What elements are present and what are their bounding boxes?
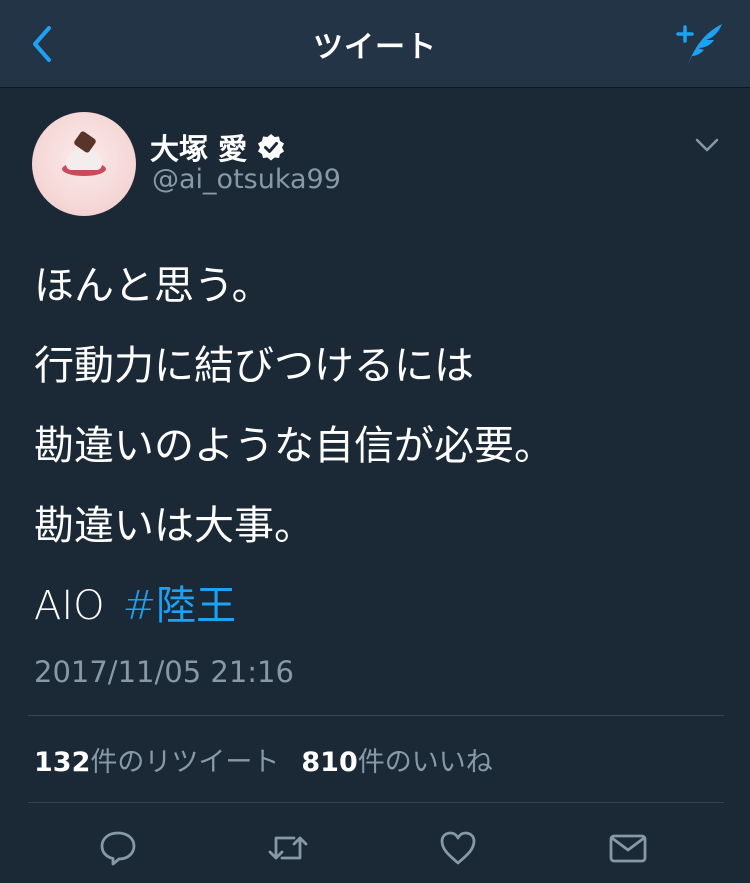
page-title: ツイート [313,30,437,65]
display-name-text: 大塚 愛 [150,132,248,166]
divider [28,802,724,803]
retweet-icon [268,836,308,860]
like-count: 810 [301,747,358,778]
like-icon [440,831,476,865]
author-username[interactable]: @ai_otsuka99 [152,164,341,195]
author-display-name[interactable]: 大塚 愛 [150,126,285,168]
retweet-label: 件のリツイート [90,747,280,778]
like-label: 件のいいね [357,747,493,778]
retweet-button[interactable] [264,824,312,872]
more-options-button[interactable] [692,133,722,157]
reply-icon [100,831,136,866]
tweet-line: 勘違いは大事。 [34,503,314,549]
tweet-detail-screen: ツイート 大塚 愛 @ai_otsuka99 ほんと思う。 行動力に結びつけるに… [0,0,750,883]
tweet-tail-text: AIO [34,583,105,629]
engagement-stats: 132件のリツイート 810件のいいね [34,740,493,779]
verified-badge-icon [258,134,285,161]
compose-button[interactable] [668,20,728,68]
retweet-count: 132 [34,747,91,778]
tweet-line: 勘違いのような自信が必要。 [34,423,554,469]
tweet-line: 行動力に結びつけるには [34,343,474,389]
avatar[interactable] [32,112,136,216]
like-button[interactable] [434,824,482,872]
tweet-line: AIO #陸王 [34,566,724,646]
reply-button[interactable] [94,824,142,872]
back-button[interactable] [22,22,62,66]
direct-message-button[interactable] [604,824,652,872]
retweet-stat[interactable]: 132件のリツイート [34,747,279,778]
tweet-text: ほんと思う。 行動力に結びつけるには 勘違いのような自信が必要。 勘違いは大事。… [34,246,724,646]
action-bar [0,818,750,878]
tweet-line: ほんと思う。 [34,263,272,309]
compose-tweet-icon [676,24,722,64]
navigation-bar: ツイート [0,0,750,88]
hashtag-link[interactable]: #陸王 [123,583,237,629]
chevron-left-icon [33,26,51,62]
like-stat[interactable]: 810件のいいね [301,747,492,778]
tweet-timestamp: 2017/11/05 21:16 [34,655,294,689]
direct-message-icon [609,834,647,863]
chevron-down-icon [695,138,719,152]
divider [28,715,724,716]
